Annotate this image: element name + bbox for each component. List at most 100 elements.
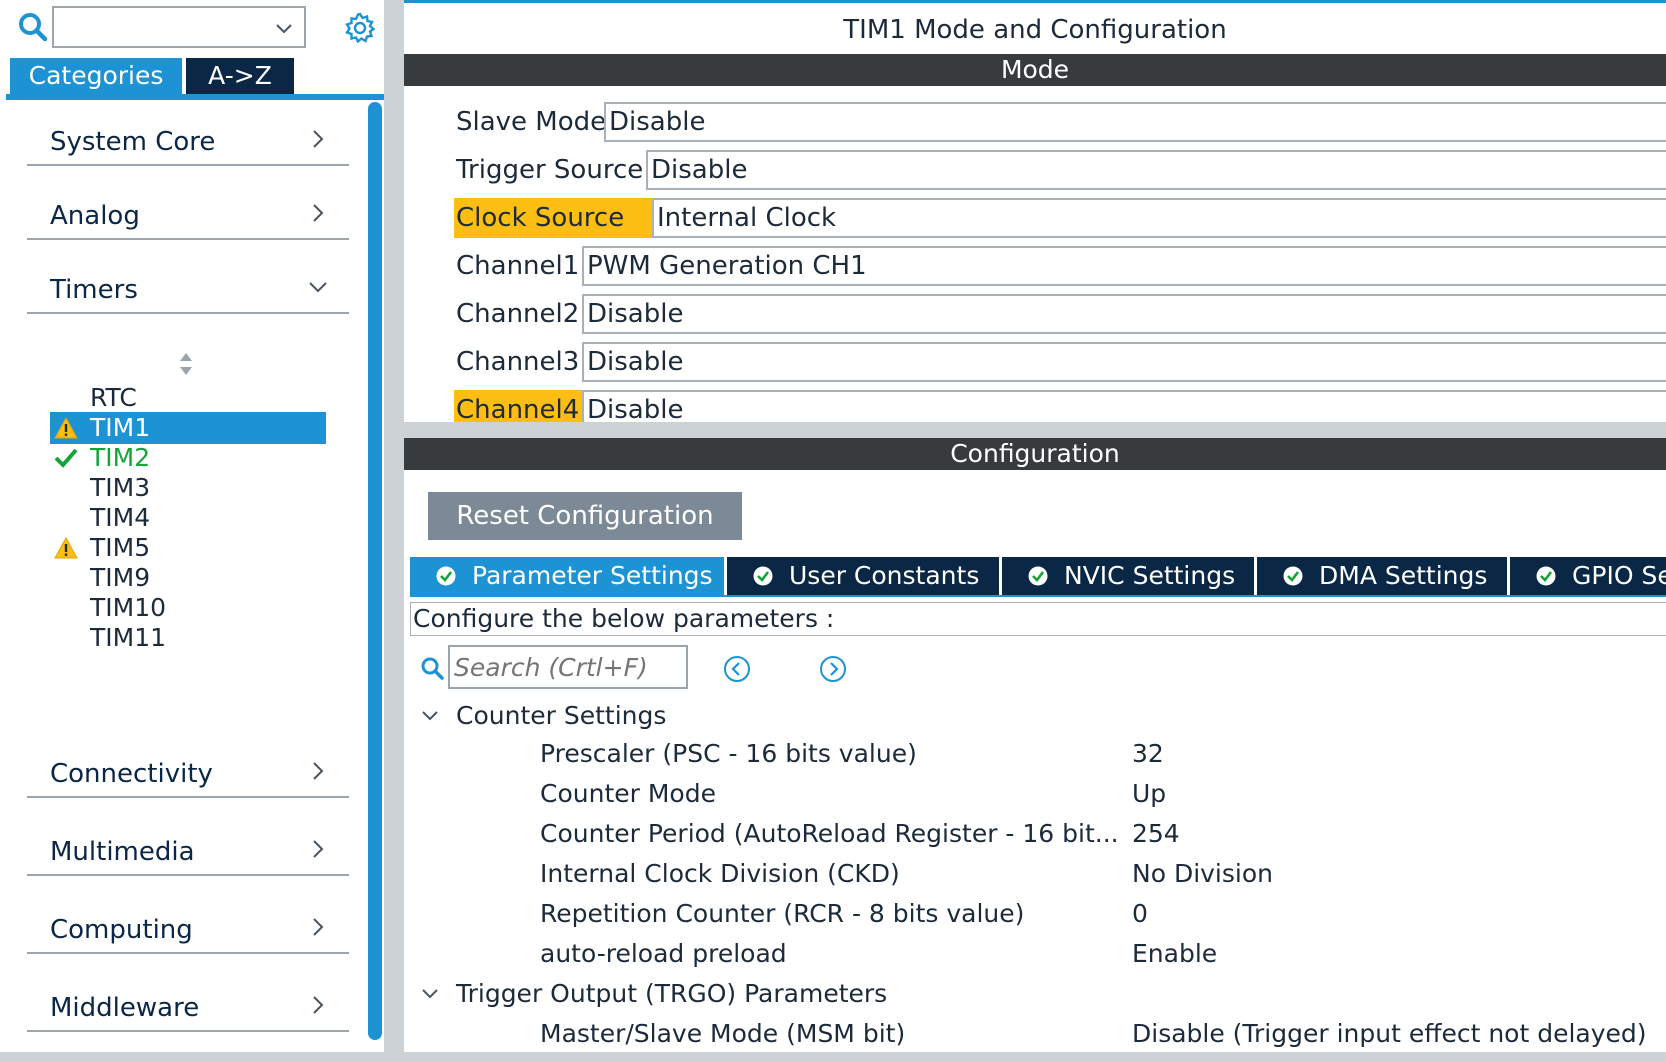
- param-value[interactable]: Disable (Trigger input effect not delaye…: [1132, 1014, 1647, 1052]
- param-row[interactable]: Counter Mode Up: [540, 774, 1666, 814]
- timer-item-tim3[interactable]: TIM3: [50, 472, 326, 504]
- mode-label-highlighted: Channel4: [454, 390, 584, 422]
- category-connectivity[interactable]: Connectivity: [27, 744, 349, 798]
- param-value[interactable]: No Division: [1132, 854, 1273, 894]
- timer-label: TIM10: [90, 593, 167, 622]
- param-row[interactable]: Repetition Counter (RCR - 8 bits value) …: [540, 894, 1666, 934]
- param-name: Counter Period (AutoReload Register - 16…: [540, 819, 1119, 848]
- chevron-right-icon: [313, 918, 324, 936]
- category-multimedia[interactable]: Multimedia: [27, 822, 349, 876]
- slave-mode-select[interactable]: Disable: [604, 102, 1666, 142]
- category-middleware[interactable]: Middleware: [27, 978, 349, 1032]
- check-circle-icon: [753, 566, 773, 586]
- timer-item-rtc[interactable]: RTC: [50, 382, 326, 414]
- param-name: Prescaler (PSC - 16 bits value): [540, 739, 917, 768]
- chevron-right-icon: [313, 840, 324, 858]
- timer-item-tim1[interactable]: TIM1: [50, 412, 326, 444]
- mode-row-slave-mode: Slave Mode Disable: [404, 102, 1666, 142]
- param-row[interactable]: Internal Clock Division (CKD) No Divisio…: [540, 854, 1666, 894]
- chevron-right-icon: [313, 204, 324, 222]
- mode-label: Trigger Source: [456, 155, 644, 185]
- warning-icon: [54, 417, 78, 439]
- gear-icon[interactable]: [344, 12, 376, 44]
- tab-label: DMA Settings: [1319, 561, 1488, 590]
- tab-parameter-settings[interactable]: Parameter Settings: [410, 557, 724, 595]
- param-name: Counter Mode: [540, 779, 716, 808]
- param-row[interactable]: Master/Slave Mode (MSM bit) Disable (Tri…: [540, 1014, 1666, 1052]
- timer-item-tim11[interactable]: TIM11: [50, 622, 326, 654]
- channel4-select[interactable]: Disable: [582, 390, 1666, 422]
- reset-configuration-button[interactable]: Reset Configuration: [428, 492, 742, 540]
- tab-label: Parameter Settings: [472, 561, 713, 590]
- category-timers[interactable]: Timers: [27, 260, 349, 314]
- sidebar-scrollbar-thumb[interactable]: [368, 102, 382, 1040]
- tab-categories[interactable]: Categories: [10, 58, 182, 94]
- param-row[interactable]: Prescaler (PSC - 16 bits value) 32: [540, 734, 1666, 774]
- mode-label-highlighted: Clock Source: [454, 198, 654, 238]
- sort-icon[interactable]: [176, 350, 196, 378]
- parameter-tabs: Parameter Settings User Constants NVIC S…: [410, 557, 1666, 595]
- param-value[interactable]: 254: [1132, 814, 1180, 854]
- chevron-right-icon: [313, 996, 324, 1014]
- param-name: Master/Slave Mode (MSM bit): [540, 1019, 906, 1048]
- mode-label: Channel1: [456, 251, 580, 281]
- tab-label: GPIO Settings: [1572, 561, 1666, 590]
- mode-panel: Slave Mode Disable Trigger Source Disabl…: [404, 86, 1666, 422]
- category-system-core[interactable]: System Core: [27, 112, 349, 166]
- warning-icon: [54, 537, 78, 559]
- timer-label: TIM9: [90, 563, 151, 592]
- channel3-select[interactable]: Disable: [582, 342, 1666, 382]
- param-value[interactable]: 32: [1132, 734, 1164, 774]
- section-trigger-output[interactable]: Trigger Output (TRGO) Parameters: [420, 976, 1120, 1012]
- timer-item-tim5[interactable]: TIM5: [50, 532, 326, 564]
- category-label: Analog: [50, 201, 140, 231]
- channel1-select[interactable]: PWM Generation CH1: [582, 246, 1666, 286]
- param-value[interactable]: Up: [1132, 774, 1166, 814]
- timer-item-tim9[interactable]: TIM9: [50, 562, 326, 594]
- tabs-underline: [410, 595, 1666, 597]
- trigger-source-select[interactable]: Disable: [646, 150, 1666, 190]
- mode-row-channel3: Channel3 Disable: [404, 342, 1666, 382]
- param-name: auto-reload preload: [540, 939, 787, 968]
- check-circle-icon: [1028, 566, 1048, 586]
- section-title: Trigger Output (TRGO) Parameters: [456, 979, 888, 1008]
- category-search-combo[interactable]: [52, 6, 306, 48]
- left-panel: Categories A->Z System Core Analog Timer…: [0, 0, 388, 1062]
- param-name: Internal Clock Division (CKD): [540, 859, 900, 888]
- page-title: TIM1 Mode and Configuration: [843, 15, 1227, 45]
- section-counter-settings[interactable]: Counter Settings: [420, 698, 1020, 734]
- category-computing[interactable]: Computing: [27, 900, 349, 954]
- channel2-select[interactable]: Disable: [582, 294, 1666, 334]
- mode-row-channel1: Channel1 PWM Generation CH1: [404, 246, 1666, 286]
- timer-label: RTC: [90, 383, 137, 412]
- param-name: Repetition Counter (RCR - 8 bits value): [540, 899, 1025, 928]
- section-title: Counter Settings: [456, 701, 667, 730]
- panel-divider[interactable]: [384, 0, 404, 1062]
- timer-item-tim4[interactable]: TIM4: [50, 502, 326, 534]
- param-value[interactable]: Enable: [1132, 934, 1217, 974]
- tab-a-to-z[interactable]: A->Z: [186, 58, 294, 94]
- clock-source-select[interactable]: Internal Clock: [652, 198, 1666, 238]
- chevron-down-icon[interactable]: [274, 18, 294, 38]
- category-label: Computing: [50, 915, 193, 945]
- timer-item-tim2[interactable]: TIM2: [50, 442, 326, 474]
- tab-user-constants[interactable]: User Constants: [727, 557, 999, 595]
- tab-label: User Constants: [789, 561, 980, 590]
- mode-row-channel4: Channel4 Disable: [404, 390, 1666, 422]
- category-analog[interactable]: Analog: [27, 186, 349, 240]
- mode-label: Slave Mode: [456, 107, 607, 137]
- tab-dma-settings[interactable]: DMA Settings: [1257, 557, 1507, 595]
- search-icon[interactable]: [18, 12, 48, 42]
- tab-gpio-settings[interactable]: GPIO Settings: [1510, 557, 1666, 595]
- param-row[interactable]: auto-reload preload Enable: [540, 934, 1666, 974]
- configuration-header: Configuration: [404, 438, 1666, 470]
- timer-item-tim10[interactable]: TIM10: [50, 592, 326, 624]
- tab-nvic-settings[interactable]: NVIC Settings: [1002, 557, 1254, 595]
- param-value[interactable]: 0: [1132, 894, 1148, 934]
- mode-header: Mode: [404, 54, 1666, 86]
- param-row[interactable]: Counter Period (AutoReload Register - 16…: [540, 814, 1666, 854]
- chevron-right-icon: [313, 130, 324, 148]
- mode-label: Channel2: [456, 299, 580, 329]
- timer-label: TIM1: [90, 413, 151, 442]
- check-circle-icon: [436, 566, 456, 586]
